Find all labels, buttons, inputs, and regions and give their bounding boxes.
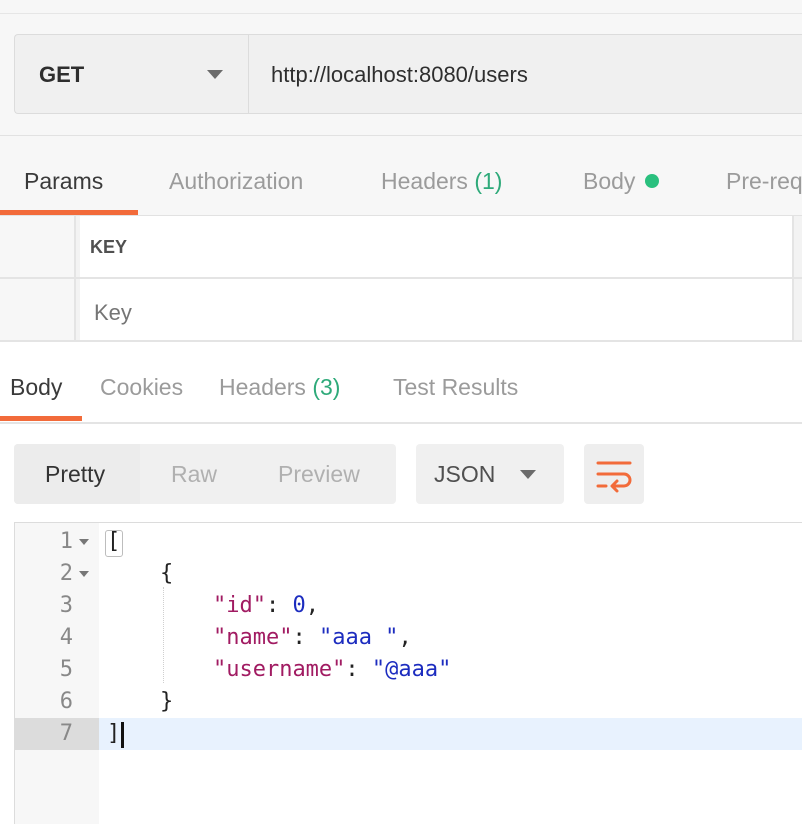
wrap-lines-icon [596,461,632,493]
tab-prerequest[interactable]: Pre-req [726,168,802,195]
params-table: KEY [0,216,802,342]
code-text: ] [107,718,120,750]
open-bracket: [ [107,529,121,554]
tab-body-label: Body [583,168,636,194]
language-select[interactable]: JSON [416,444,564,504]
open-brace: { [159,561,174,586]
response-tab-headers-count: (3) [312,374,341,400]
method-label: GET [39,62,85,87]
tab-headers-count: (1) [474,168,503,194]
tab-body[interactable]: Body [583,168,660,195]
key-column-header: KEY [90,237,128,257]
active-tab-underline [0,210,138,215]
wrap-lines-button[interactable] [584,444,644,504]
code-text: "name": "aaa ", [212,625,412,650]
method-select[interactable]: GET [14,34,248,114]
response-tab-headers[interactable]: Headers (3) [219,374,340,401]
chevron-down-icon [520,470,536,479]
response-editor[interactable]: 1 [ 2 { 3 "id": 0, 4 "name": "aaa ", 5 "… [14,522,802,824]
response-active-tab-underline [0,416,82,421]
json-value: "aaa " [318,625,399,650]
pretty-button[interactable]: Pretty [45,461,105,488]
code-line: 6 } [15,686,802,718]
code-line: 1 [ [15,526,802,558]
line-number: 4 [59,625,73,650]
request-bar: GET http://localhost:8080/users [0,14,802,136]
code-text: { [107,558,173,590]
code-text: [ [107,526,120,558]
close-brace: } [159,689,174,714]
code-text: } [107,686,173,718]
code-line: 7 ] [15,718,802,750]
code-text: "id": 0, [212,593,319,618]
json-key: "id" [212,593,266,618]
preview-button[interactable]: Preview [278,461,360,488]
line-number: 6 [59,689,73,714]
request-tabs: Params Authorization Headers (1) Body Pr… [0,136,802,216]
tab-authorization[interactable]: Authorization [169,168,303,195]
tab-headers[interactable]: Headers (1) [381,168,502,195]
line-number: 3 [59,593,73,618]
json-key: "name" [212,625,293,650]
body-indicator-dot-icon [645,174,660,188]
raw-button[interactable]: Raw [171,461,217,488]
json-value: 0 [292,593,306,618]
response-tab-cookies[interactable]: Cookies [100,374,183,401]
line-number: 7 [59,721,73,746]
line-number: 1 [59,529,73,554]
param-key-input[interactable] [94,300,774,326]
params-row-check-cell[interactable] [0,279,76,340]
code-line: 3 "id": 0, [15,590,802,622]
fold-toggle-icon[interactable] [79,539,89,545]
line-number: 2 [59,561,73,586]
text-cursor [121,722,124,748]
tab-params[interactable]: Params [24,168,103,195]
code-line: 5 "username": "@aaa" [15,654,802,686]
response-tab-test-results[interactable]: Test Results [393,374,518,401]
fold-toggle-icon[interactable] [79,571,89,577]
close-bracket: ] [107,721,121,746]
url-text: http://localhost:8080/users [271,62,528,87]
chevron-down-icon [207,70,223,79]
params-header-check-cell [0,216,76,277]
language-label: JSON [434,461,496,487]
top-strip [0,0,802,14]
json-key: "username" [212,657,346,682]
code-text: "username": "@aaa" [212,657,452,682]
code-line: 4 "name": "aaa ", [15,622,802,654]
line-number: 5 [59,657,73,682]
json-value: "@aaa" [371,657,452,682]
format-toggle-group: Pretty Raw Preview [14,444,396,504]
code-line: 2 { [15,558,802,590]
params-header-key-cell [80,216,794,277]
response-tab-body[interactable]: Body [10,374,62,401]
response-tabs: Body Cookies Headers (3) Test Results [0,342,802,424]
response-tab-headers-label: Headers [219,374,306,400]
tab-headers-label: Headers [381,168,468,194]
url-input[interactable]: http://localhost:8080/users [248,34,802,114]
